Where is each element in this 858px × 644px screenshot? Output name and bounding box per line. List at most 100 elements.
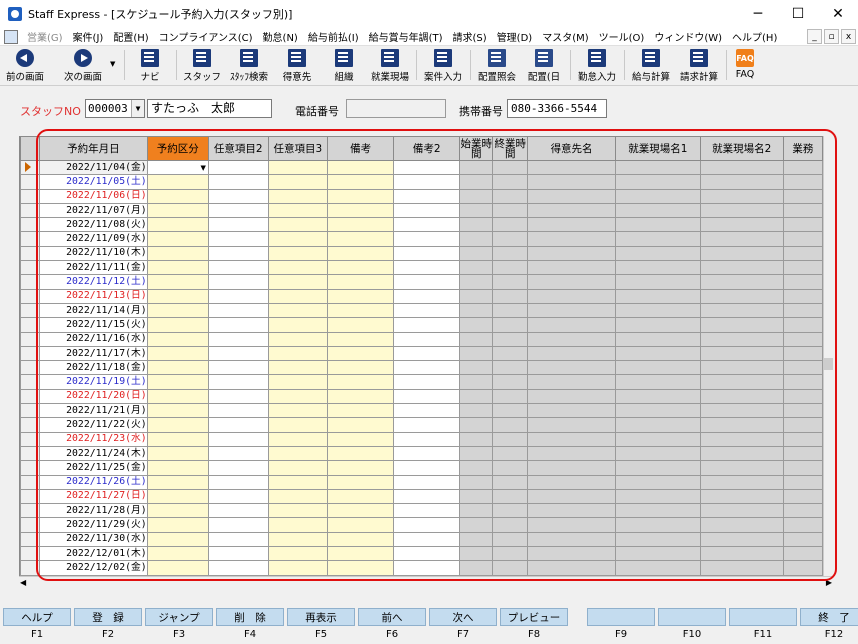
- reservation-type-cell[interactable]: [146, 231, 209, 247]
- reservation-type-cell[interactable]: ▼: [146, 159, 209, 176]
- grid-cell[interactable]: [327, 531, 395, 548]
- date-cell[interactable]: 2022/11/23(水): [39, 431, 148, 447]
- col-client-name[interactable]: 得意先名: [527, 136, 616, 161]
- grid-cell[interactable]: [327, 302, 395, 319]
- reservation-type-cell[interactable]: [146, 388, 209, 405]
- row-selector[interactable]: [20, 445, 41, 462]
- grid-cell[interactable]: [393, 388, 461, 405]
- date-cell[interactable]: 2022/11/17(木): [39, 345, 148, 362]
- date-cell[interactable]: 2022/11/25(金): [39, 460, 148, 476]
- grid-cell[interactable]: [327, 288, 395, 304]
- menu-assign[interactable]: 配置(H): [108, 29, 153, 44]
- grid-cell[interactable]: [327, 174, 395, 190]
- grid-cell[interactable]: [393, 546, 461, 562]
- col-start-time[interactable]: 始業時間: [459, 136, 494, 161]
- date-cell[interactable]: 2022/11/26(土): [39, 474, 148, 490]
- grid-cell[interactable]: [327, 188, 395, 204]
- date-cell[interactable]: 2022/11/16(水): [39, 331, 148, 347]
- grid-cell[interactable]: [327, 460, 395, 476]
- grid-cell[interactable]: [267, 517, 329, 533]
- grid-cell[interactable]: [393, 231, 461, 247]
- grid-cell[interactable]: [393, 217, 461, 233]
- payroll-calc-button[interactable]: 給与計算: [628, 47, 674, 85]
- grid-cell[interactable]: [267, 546, 329, 562]
- job-entry-button[interactable]: 案件入力: [420, 47, 466, 85]
- grid-cell[interactable]: [267, 174, 329, 190]
- grid-cell[interactable]: [207, 231, 269, 247]
- grid-cell[interactable]: [207, 403, 269, 419]
- table-row[interactable]: 2022/11/26(土): [20, 474, 823, 490]
- reservation-type-cell[interactable]: [146, 374, 209, 390]
- row-selector[interactable]: [20, 488, 41, 505]
- date-cell[interactable]: 2022/11/05(土): [39, 174, 148, 190]
- grid-cell[interactable]: [393, 560, 461, 576]
- grid-cell[interactable]: [393, 288, 461, 304]
- grid-cell[interactable]: [207, 546, 269, 562]
- grid-cell[interactable]: [267, 302, 329, 319]
- grid-cell[interactable]: [207, 288, 269, 304]
- menu-billing[interactable]: 請求(S): [448, 29, 492, 44]
- menu-help[interactable]: ヘルプ(H): [727, 29, 782, 44]
- date-cell[interactable]: 2022/12/01(木): [39, 546, 148, 562]
- mdi-restore-button[interactable]: ▫: [824, 29, 839, 44]
- grid-cell[interactable]: [393, 202, 461, 219]
- grid-cell[interactable]: [327, 231, 395, 247]
- attendance-entry-button[interactable]: 勤怠入力: [574, 47, 620, 85]
- organization-button[interactable]: 組織: [326, 47, 362, 85]
- table-row[interactable]: 2022/11/11(金): [20, 260, 823, 276]
- row-selector[interactable]: [20, 546, 41, 562]
- grid-cell[interactable]: [267, 345, 329, 362]
- col-custom-item-2[interactable]: 任意項目2: [207, 136, 269, 161]
- reservation-type-cell[interactable]: [146, 488, 209, 505]
- grid-cell[interactable]: [393, 331, 461, 347]
- table-row[interactable]: 2022/11/30(水): [20, 531, 823, 548]
- grid-cell[interactable]: [327, 159, 395, 176]
- grid-cell[interactable]: [207, 202, 269, 219]
- navi-button[interactable]: ナビ: [134, 47, 166, 85]
- reservation-type-cell[interactable]: [146, 546, 209, 562]
- row-selector[interactable]: [20, 374, 41, 390]
- schedule-grid[interactable]: 予約年月日 予約区分 任意項目2 任意項目3 備考 備考2 始業時間 終業時間 …: [19, 136, 823, 576]
- table-row[interactable]: 2022/11/14(月): [20, 302, 823, 319]
- reservation-type-cell[interactable]: [146, 174, 209, 190]
- grid-cell[interactable]: [267, 360, 329, 376]
- date-cell[interactable]: 2022/11/15(火): [39, 317, 148, 333]
- grid-cell[interactable]: [207, 260, 269, 276]
- row-selector[interactable]: [20, 260, 41, 276]
- table-row[interactable]: 2022/11/08(火): [20, 217, 823, 233]
- table-row[interactable]: 2022/11/17(木): [20, 345, 823, 362]
- table-row[interactable]: 2022/11/15(火): [20, 317, 823, 333]
- grid-cell[interactable]: [207, 560, 269, 576]
- menu-tools[interactable]: ツール(O): [594, 29, 650, 44]
- faq-button[interactable]: FAQ FAQ: [730, 47, 760, 85]
- grid-cell[interactable]: [267, 403, 329, 419]
- grid-cell[interactable]: [207, 388, 269, 405]
- row-selector[interactable]: [20, 417, 41, 433]
- grid-cell[interactable]: [267, 260, 329, 276]
- date-cell[interactable]: 2022/11/14(月): [39, 302, 148, 319]
- fkey-f12-button[interactable]: 終 了: [800, 608, 858, 626]
- grid-cell[interactable]: [327, 517, 395, 533]
- grid-cell[interactable]: [267, 431, 329, 447]
- date-cell[interactable]: 2022/11/18(金): [39, 360, 148, 376]
- table-row[interactable]: 2022/11/22(火): [20, 417, 823, 433]
- fkey-f4-button[interactable]: 削 除: [216, 608, 284, 626]
- row-selector[interactable]: [20, 560, 41, 576]
- grid-cell[interactable]: [207, 503, 269, 519]
- scroll-right-icon[interactable]: ▶: [826, 578, 832, 587]
- grid-cell[interactable]: [207, 445, 269, 462]
- fkey-f1-button[interactable]: ヘルプ: [3, 608, 71, 626]
- grid-cell[interactable]: [267, 231, 329, 247]
- table-row[interactable]: 2022/11/10(木): [20, 245, 823, 262]
- grid-cell[interactable]: [267, 417, 329, 433]
- table-row[interactable]: 2022/11/05(土): [20, 174, 823, 190]
- chevron-down-icon[interactable]: ▼: [110, 60, 115, 68]
- reservation-type-cell[interactable]: [146, 345, 209, 362]
- col-custom-item-3[interactable]: 任意項目3: [267, 136, 329, 161]
- assignment-day-button[interactable]: 配置(日: [524, 47, 564, 85]
- table-row[interactable]: 2022/11/06(日): [20, 188, 823, 204]
- grid-cell[interactable]: [327, 546, 395, 562]
- table-row[interactable]: 2022/11/13(日): [20, 288, 823, 304]
- grid-cell[interactable]: [327, 360, 395, 376]
- chevron-down-icon[interactable]: ▼: [200, 162, 205, 174]
